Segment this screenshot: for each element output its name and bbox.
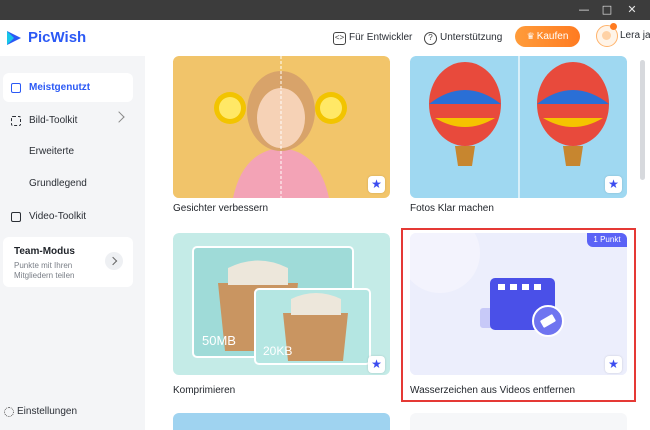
team-mode-title: Team-Modus (14, 246, 75, 257)
scrollbar[interactable] (640, 60, 645, 180)
highlight-box (401, 228, 636, 402)
tool-card-partial[interactable] (410, 413, 627, 430)
support-link[interactable]: ? Unterstützung (424, 29, 502, 47)
picwish-logo-icon (7, 31, 21, 45)
maximize-button[interactable]: □ (599, 2, 615, 18)
favorite-star-icon[interactable]: ★ (368, 176, 385, 193)
developer-link-label: Für Entwickler (349, 32, 413, 43)
code-icon: <> (333, 31, 346, 45)
tool-card-photo-clarify[interactable]: ★ Fotos Klar machen (410, 56, 627, 216)
grid-icon (11, 115, 21, 126)
size-after-label: 20KB (263, 344, 293, 358)
settings-button[interactable]: Einstellungen (4, 406, 77, 417)
favorite-star-icon[interactable]: ★ (605, 176, 622, 193)
sidebar-item-bild-toolkit[interactable]: Bild-Toolkit (3, 106, 133, 135)
notification-dot (610, 23, 617, 30)
tool-card-label: Komprimieren (173, 385, 236, 396)
app-header: PicWish <> Für Entwickler ? Unterstützun… (0, 20, 650, 56)
chevron-right-icon (113, 111, 125, 123)
brand-name: PicWish (28, 29, 87, 46)
tool-card-partial[interactable] (173, 413, 390, 430)
sidebar: Meistgenutzt Bild-Toolkit Erweiterte Gru… (0, 56, 145, 430)
team-mode-description: Punkte mit Ihren Mitgliedern teilen (14, 261, 75, 280)
avatar[interactable] (596, 23, 618, 47)
favorite-star-icon[interactable]: ★ (368, 356, 385, 373)
crown-icon: ♛ (526, 31, 535, 41)
buy-button[interactable]: ♛ Kaufen (515, 26, 580, 47)
sidebar-item-video-toolkit[interactable]: Video-Toolkit (3, 202, 133, 231)
sidebar-item-erweiterte[interactable]: Erweiterte (29, 146, 74, 157)
help-icon: ? (424, 31, 437, 45)
face-enhance-thumbnail (173, 56, 390, 198)
close-button[interactable]: ✕ (624, 2, 640, 18)
minimize-button[interactable]: — (576, 2, 592, 18)
sidebar-item-meistgenutzt[interactable]: Meistgenutzt (3, 73, 133, 102)
gear-icon (4, 406, 14, 417)
buy-button-label: Kaufen (536, 31, 569, 42)
tool-card-label: Fotos Klar machen (410, 203, 494, 214)
star-frame-icon (11, 82, 21, 93)
size-before-label: 50MB (202, 333, 236, 348)
tool-card-compress[interactable]: 50MB 20KB ★ Komprimieren (173, 233, 390, 398)
tool-card-face-enhance[interactable]: ★ Gesichter verbessern (173, 56, 390, 216)
developer-link[interactable]: <> Für Entwickler (333, 29, 412, 47)
support-link-label: Unterstützung (440, 32, 503, 43)
team-mode-card[interactable]: Team-Modus Punkte mit Ihren Mitgliedern … (3, 237, 133, 287)
settings-label: Einstellungen (17, 406, 78, 417)
window-title-bar: — □ ✕ (0, 0, 650, 20)
compress-thumbnail: 50MB 20KB (173, 233, 390, 375)
sidebar-item-label: Video-Toolkit (29, 211, 87, 222)
tool-card-label: Gesichter verbessern (173, 203, 269, 214)
sidebar-item-grundlegend[interactable]: Grundlegend (29, 178, 87, 189)
photo-clarify-thumbnail (410, 56, 627, 198)
sidebar-item-label: Bild-Toolkit (29, 115, 78, 126)
username[interactable]: Lera ja (620, 30, 650, 41)
video-icon (11, 211, 21, 222)
sidebar-item-label: Meistgenutzt (29, 82, 91, 93)
chevron-right-icon[interactable] (105, 252, 123, 270)
